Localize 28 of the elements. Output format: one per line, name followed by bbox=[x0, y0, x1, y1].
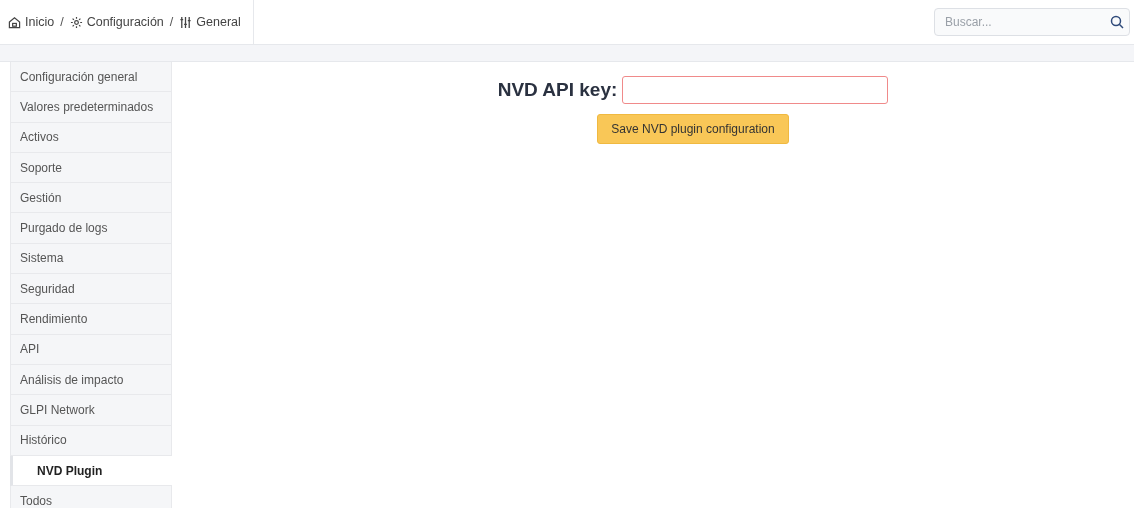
sidebar-item[interactable]: Rendimiento bbox=[10, 304, 172, 335]
sidebar-item[interactable]: GLPI Network bbox=[10, 395, 172, 426]
search-icon bbox=[1110, 15, 1124, 29]
breadcrumb-link[interactable]: Inicio bbox=[8, 15, 55, 29]
sidebar-item[interactable]: Valores predeterminados bbox=[10, 92, 172, 123]
sidebar-item[interactable]: Configuración general bbox=[10, 62, 172, 93]
search-field[interactable]: Buscar... bbox=[934, 8, 1130, 36]
field-label: NVD API key: bbox=[497, 79, 618, 101]
separator: / bbox=[60, 15, 64, 29]
save-button[interactable]: Save NVD plugin configuration bbox=[597, 114, 789, 144]
breadcrumb-link[interactable]: General bbox=[179, 15, 241, 29]
sidebar-item[interactable]: Sistema bbox=[10, 243, 172, 275]
home-icon bbox=[8, 15, 21, 29]
sidebar-item[interactable]: API bbox=[10, 334, 172, 365]
sidebar-item[interactable]: Seguridad bbox=[10, 274, 172, 305]
breadcrumb-link[interactable]: Configuración bbox=[69, 15, 164, 29]
sidebar-item[interactable]: Análisis de impacto bbox=[10, 364, 172, 396]
sidebar-item[interactable]: Todos bbox=[10, 486, 172, 508]
separator: / bbox=[169, 15, 174, 29]
sidebar-item[interactable]: Activos bbox=[10, 122, 172, 153]
gear-icon bbox=[69, 15, 83, 29]
sidebar-item[interactable]: Histórico bbox=[10, 425, 172, 456]
sidebar-item[interactable]: Purgado de logs bbox=[10, 213, 172, 244]
sidebar-item[interactable]: Gestión bbox=[10, 183, 172, 214]
sidebar-item[interactable]: Soporte bbox=[10, 152, 172, 184]
api-key-field[interactable] bbox=[622, 76, 889, 104]
sliders-icon bbox=[179, 15, 193, 29]
sidebar-item[interactable]: NVD Plugin bbox=[10, 455, 172, 487]
